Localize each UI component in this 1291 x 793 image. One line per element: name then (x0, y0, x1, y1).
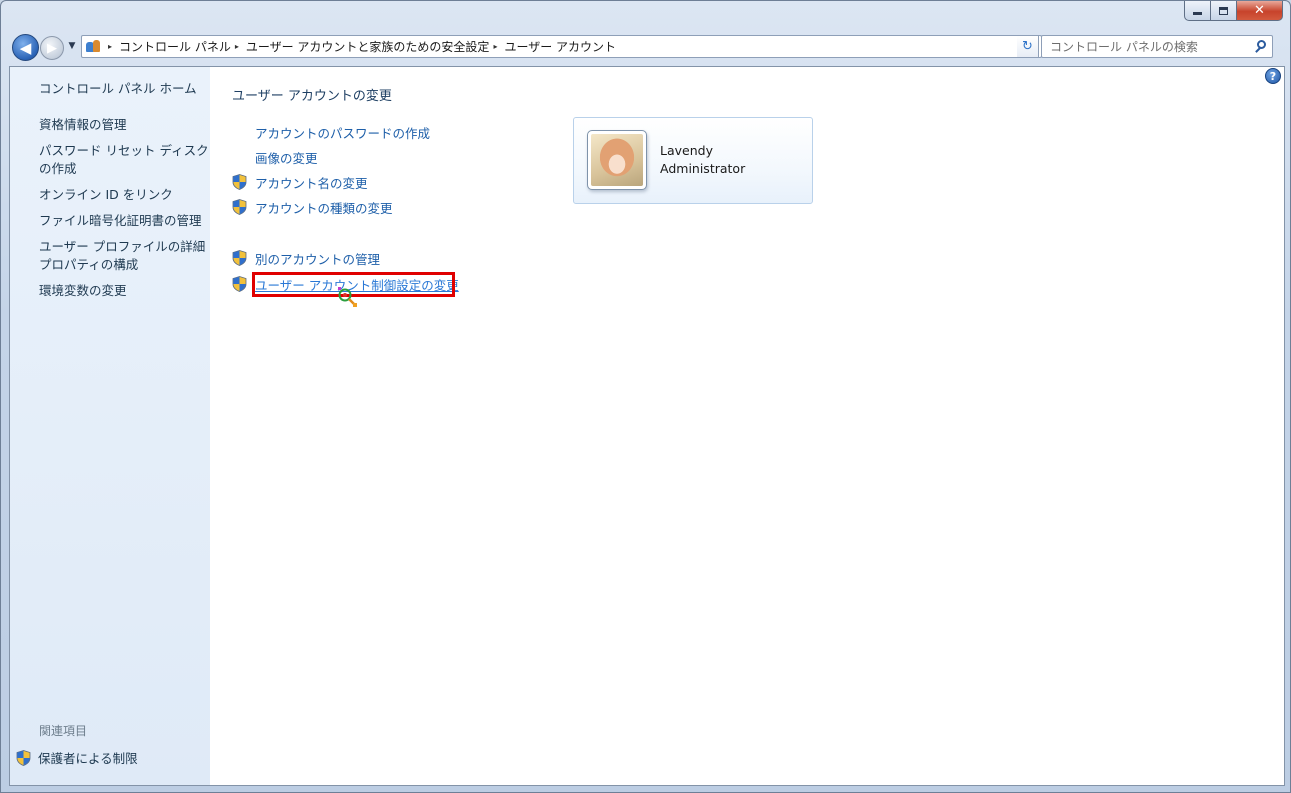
minimize-icon (1193, 12, 1202, 15)
crumb-separator-icon[interactable]: ▸ (108, 42, 112, 51)
search-icon[interactable] (1252, 37, 1272, 57)
sidebar-item-control-panel-home[interactable]: コントロール パネル ホーム (39, 80, 197, 98)
maximize-icon (1219, 6, 1228, 15)
page-title: ユーザー アカウントの変更 (232, 89, 392, 104)
sidebar-item-profile-properties[interactable]: ユーザー プロファイルの詳細 プロパティの構成 (39, 238, 205, 274)
uac-shield-icon (232, 276, 247, 292)
refresh-icon: ↻ (1022, 39, 1033, 54)
close-button[interactable]: ✕ (1237, 1, 1283, 21)
task-link[interactable]: 別のアカウントの管理 (255, 249, 380, 268)
sidebar-item-environment-variables[interactable]: 環境変数の変更 (39, 282, 127, 300)
sidebar-item-password-reset-disk[interactable]: パスワード リセット ディスク の作成 (39, 142, 209, 178)
breadcrumb-control-panel[interactable]: コントロール パネル (119, 38, 231, 55)
search-input[interactable] (1050, 39, 1252, 54)
search-box[interactable] (1041, 35, 1273, 58)
breadcrumb-user-accounts[interactable]: ユーザー アカウント (504, 38, 616, 55)
task-link[interactable]: アカウント名の変更 (255, 173, 368, 192)
cursor-icon (338, 287, 357, 307)
explorer-window: ✕ ◀ ▶ ▼ ▸ コントロール パネル ▸ ユーザー アカウントと家族のための… (0, 0, 1291, 793)
sidebar-item-parental-controls[interactable]: 保護者による制限 (16, 748, 138, 767)
task-change-account-type[interactable]: アカウントの種類の変更 (232, 198, 393, 216)
back-button[interactable]: ◀ (12, 34, 39, 61)
address-bar[interactable]: ▸ コントロール パネル ▸ ユーザー アカウントと家族のための安全設定 ▸ ユ… (81, 35, 1042, 58)
uac-shield-icon (232, 174, 247, 190)
recent-pages-dropdown[interactable]: ▼ (66, 40, 78, 52)
task-manage-other-account[interactable]: 別のアカウントの管理 (232, 249, 380, 267)
close-icon: ✕ (1254, 3, 1265, 18)
forward-button[interactable]: ▶ (40, 36, 64, 60)
navigation-bar: ◀ ▶ ▼ ▸ コントロール パネル ▸ ユーザー アカウントと家族のための安全… (9, 31, 1284, 61)
uac-shield-icon (232, 250, 247, 266)
sidebar-item-credential-manager[interactable]: 資格情報の管理 (39, 116, 127, 134)
task-link[interactable]: アカウントの種類の変更 (255, 198, 393, 217)
task-change-picture[interactable]: 画像の変更 (232, 148, 318, 166)
uac-shield-icon (16, 749, 31, 766)
forward-arrow-icon: ▶ (47, 40, 57, 56)
avatar[interactable] (587, 130, 647, 190)
task-link[interactable]: 画像の変更 (255, 148, 318, 167)
maximize-button[interactable] (1211, 1, 1237, 21)
related-heading: 関連項目 (39, 724, 88, 738)
crumb-separator-icon[interactable]: ▸ (493, 42, 497, 51)
sidebar-item-encryption-certificates[interactable]: ファイル暗号化証明書の管理 (39, 212, 202, 230)
sidebar-item-link-online-id[interactable]: オンライン ID をリンク (39, 186, 173, 204)
user-accounts-icon (85, 39, 101, 55)
content-frame: コントロール パネル ホーム 資格情報の管理 パスワード リセット ディスク の… (9, 66, 1285, 786)
user-account-tile: Lavendy Administrator (573, 117, 813, 204)
user-role: Administrator (660, 161, 746, 176)
uac-shield-icon (232, 199, 247, 215)
parental-controls-label: 保護者による制限 (38, 751, 138, 766)
back-arrow-icon: ◀ (19, 38, 32, 57)
caption-buttons: ✕ (1184, 1, 1283, 21)
user-name: Lavendy (660, 143, 713, 158)
task-link[interactable]: アカウントのパスワードの作成 (255, 123, 430, 142)
crumb-separator-icon[interactable]: ▸ (235, 42, 239, 51)
refresh-button[interactable]: ↻ (1017, 35, 1039, 58)
breadcrumb-family-safety[interactable]: ユーザー アカウントと家族のための安全設定 (246, 38, 490, 55)
minimize-button[interactable] (1184, 1, 1211, 21)
task-pane: コントロール パネル ホーム 資格情報の管理 パスワード リセット ディスク の… (10, 67, 210, 785)
task-change-account-name[interactable]: アカウント名の変更 (232, 173, 368, 191)
help-icon[interactable]: ? (1265, 68, 1281, 84)
task-create-password[interactable]: アカウントのパスワードの作成 (232, 123, 430, 141)
